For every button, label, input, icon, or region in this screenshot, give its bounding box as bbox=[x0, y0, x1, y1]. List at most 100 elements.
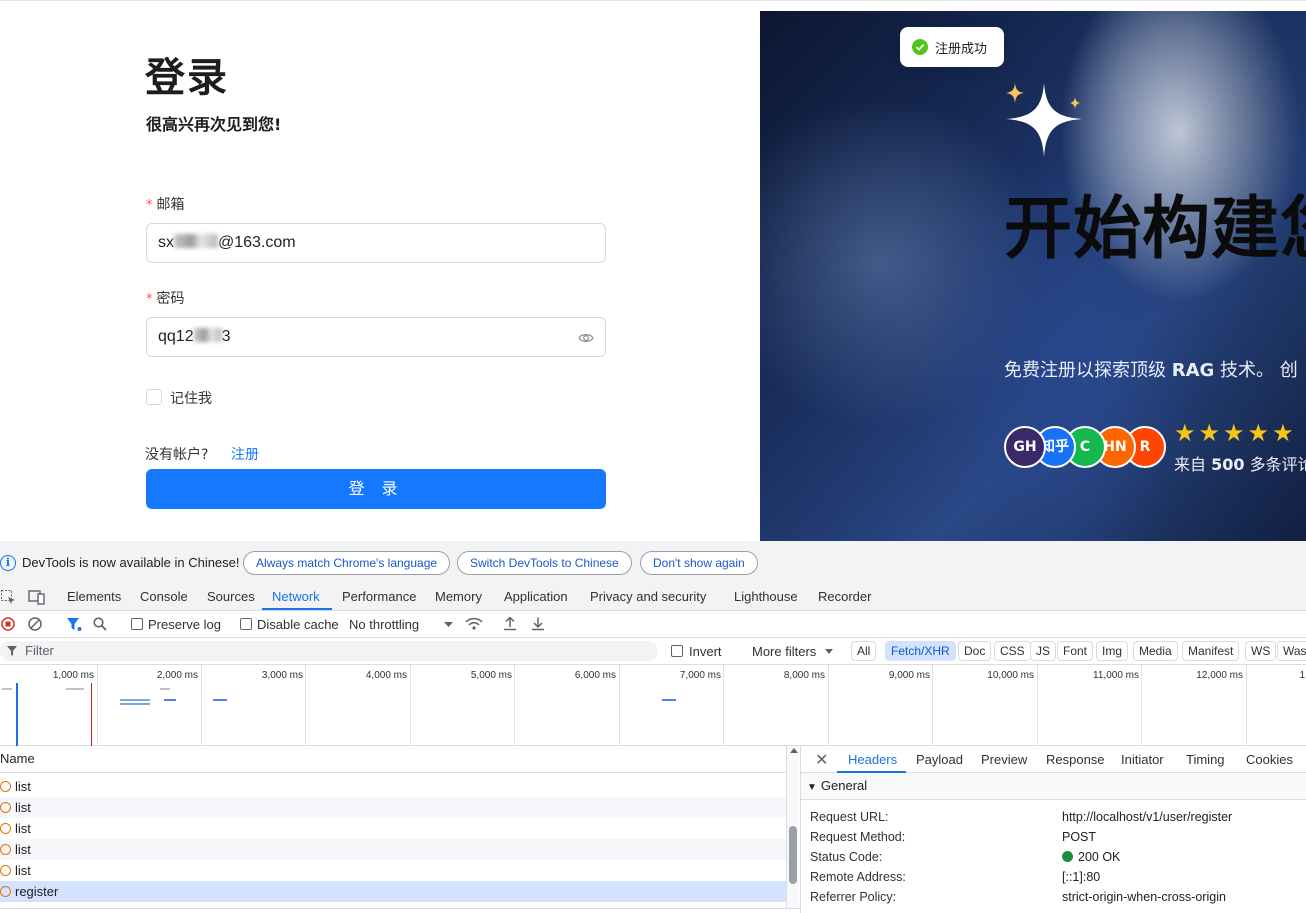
disable-cache-checkbox[interactable] bbox=[240, 618, 252, 630]
request-bar bbox=[120, 699, 150, 701]
clear-icon[interactable] bbox=[28, 617, 42, 631]
general-section-header[interactable]: ▼ General bbox=[801, 773, 1306, 800]
filter-chip-all[interactable]: All bbox=[851, 641, 877, 661]
request-row[interactable]: list bbox=[0, 839, 786, 860]
login-button[interactable]: 登 录 bbox=[146, 469, 606, 509]
timeline-tick-label: 4,000 ms bbox=[365, 670, 407, 681]
request-row-selected[interactable]: register bbox=[0, 881, 786, 902]
inspect-element-icon[interactable] bbox=[0, 589, 16, 605]
tab-initiator[interactable]: Initiator bbox=[1121, 752, 1164, 767]
filter-chip-media[interactable]: Media bbox=[1133, 641, 1178, 661]
more-filters-button[interactable]: More filters bbox=[752, 644, 816, 659]
filter-chip-manifest[interactable]: Manifest bbox=[1182, 641, 1240, 661]
chevron-down-icon[interactable] bbox=[825, 649, 833, 655]
filter-input[interactable]: Filter bbox=[0, 641, 658, 661]
switch-chinese-button[interactable]: Switch DevTools to Chinese bbox=[457, 551, 632, 575]
info-icon: i bbox=[0, 555, 16, 571]
tab-application[interactable]: Application bbox=[504, 589, 568, 604]
password-input[interactable]: qq12 3 bbox=[146, 317, 606, 357]
device-toolbar-icon[interactable] bbox=[28, 589, 46, 605]
preserve-log-checkbox[interactable] bbox=[131, 618, 143, 630]
disable-cache-label[interactable]: Disable cache bbox=[257, 617, 339, 632]
request-row[interactable]: list bbox=[0, 776, 786, 797]
filter-chip-doc[interactable]: Doc bbox=[958, 641, 992, 661]
redacted-text bbox=[174, 234, 218, 248]
request-bar bbox=[2, 688, 12, 690]
filter-chip-img[interactable]: Img bbox=[1096, 641, 1129, 661]
search-icon[interactable] bbox=[93, 617, 107, 631]
timeline-tick-label: 11,000 ms bbox=[1093, 670, 1139, 681]
request-row[interactable]: list bbox=[0, 860, 786, 881]
network-status-bar bbox=[0, 908, 800, 913]
filter-chip-ws[interactable]: WS bbox=[1245, 641, 1277, 661]
status-code-value: 200 OK bbox=[1062, 850, 1120, 864]
tab-headers[interactable]: Headers bbox=[848, 752, 897, 767]
scroll-up-icon[interactable] bbox=[790, 748, 798, 753]
eye-icon[interactable] bbox=[578, 330, 594, 346]
request-bar bbox=[213, 699, 227, 701]
required-mark: * bbox=[146, 198, 153, 213]
email-input[interactable]: sx @163.com bbox=[146, 223, 606, 263]
tab-console[interactable]: Console bbox=[140, 589, 188, 604]
register-link[interactable]: 注册 bbox=[231, 444, 259, 464]
dont-show-again-button[interactable]: Don't show again bbox=[640, 551, 758, 575]
timeline-gridline bbox=[201, 665, 202, 746]
tab-network[interactable]: Network bbox=[272, 589, 320, 604]
request-bar bbox=[662, 699, 676, 701]
invert-checkbox[interactable] bbox=[671, 645, 683, 657]
close-icon[interactable]: ✕ bbox=[815, 750, 828, 770]
hero-title: 开始构建您 bbox=[1004, 190, 1306, 269]
invert-label[interactable]: Invert bbox=[689, 644, 722, 659]
request-row[interactable]: list bbox=[0, 797, 786, 818]
scrollbar-thumb[interactable] bbox=[789, 826, 797, 884]
timeline-gridline bbox=[828, 665, 829, 746]
export-har-icon[interactable] bbox=[531, 616, 545, 631]
dropdown-arrow-icon[interactable] bbox=[444, 622, 453, 628]
record-stop-icon[interactable] bbox=[1, 617, 15, 631]
filter-icon[interactable] bbox=[66, 617, 82, 632]
name-column-header[interactable]: Name bbox=[0, 746, 786, 773]
tab-sources[interactable]: Sources bbox=[207, 589, 255, 604]
timeline-tick-label: 7,000 ms bbox=[679, 670, 721, 681]
request-url-value: http://localhost/v1/user/register bbox=[1062, 810, 1233, 824]
remote-address-value: [::1]:80 bbox=[1062, 870, 1101, 884]
tab-payload[interactable]: Payload bbox=[916, 752, 963, 767]
remember-checkbox[interactable] bbox=[146, 389, 162, 405]
timeline-gridline bbox=[514, 665, 515, 746]
devtools-infobar: i DevTools is now available in Chinese! … bbox=[0, 541, 1306, 584]
xhr-icon bbox=[0, 781, 11, 792]
network-conditions-icon[interactable] bbox=[465, 617, 483, 631]
timeline-gridline bbox=[97, 665, 98, 746]
remember-label[interactable]: 记住我 bbox=[170, 388, 212, 408]
status-ok-icon bbox=[1062, 851, 1073, 862]
tab-response[interactable]: Response bbox=[1046, 752, 1105, 767]
tab-preview[interactable]: Preview bbox=[981, 752, 1027, 767]
status-code-label: Status Code: bbox=[810, 850, 883, 864]
match-language-button[interactable]: Always match Chrome's language bbox=[243, 551, 451, 575]
xhr-icon bbox=[0, 823, 11, 834]
import-har-icon[interactable] bbox=[503, 616, 517, 631]
tab-lighthouse[interactable]: Lighthouse bbox=[734, 589, 798, 604]
filter-chip-js[interactable]: JS bbox=[1030, 641, 1057, 661]
filter-chip-fetch-xhr[interactable]: Fetch/XHR bbox=[885, 641, 956, 661]
timeline-gridline bbox=[723, 665, 724, 746]
request-url-label: Request URL: bbox=[810, 810, 889, 824]
tab-performance[interactable]: Performance bbox=[342, 589, 416, 604]
filter-chip-font[interactable]: Font bbox=[1057, 641, 1094, 661]
filter-chip-css[interactable]: CSS bbox=[994, 641, 1031, 661]
tab-timing[interactable]: Timing bbox=[1186, 752, 1225, 767]
tab-cookies[interactable]: Cookies bbox=[1246, 752, 1293, 767]
timeline-tick-label: 3,000 ms bbox=[261, 670, 303, 681]
throttling-select[interactable]: No throttling bbox=[349, 617, 419, 632]
tab-memory[interactable]: Memory bbox=[435, 589, 482, 604]
preserve-log-label[interactable]: Preserve log bbox=[148, 617, 221, 632]
tab-privacy-security[interactable]: Privacy and security bbox=[590, 589, 706, 604]
request-row[interactable]: list bbox=[0, 818, 786, 839]
tab-recorder[interactable]: Recorder bbox=[818, 589, 871, 604]
timeline-gridline bbox=[932, 665, 933, 746]
timeline-gridline bbox=[305, 665, 306, 746]
network-overview-timeline[interactable]: 1,000 ms 2,000 ms 3,000 ms 4,000 ms 5,00… bbox=[0, 665, 1306, 746]
filter-chip-wasm[interactable]: Was bbox=[1277, 641, 1306, 661]
timeline-tick-label: 8,000 ms bbox=[783, 670, 825, 681]
tab-elements[interactable]: Elements bbox=[67, 589, 121, 604]
